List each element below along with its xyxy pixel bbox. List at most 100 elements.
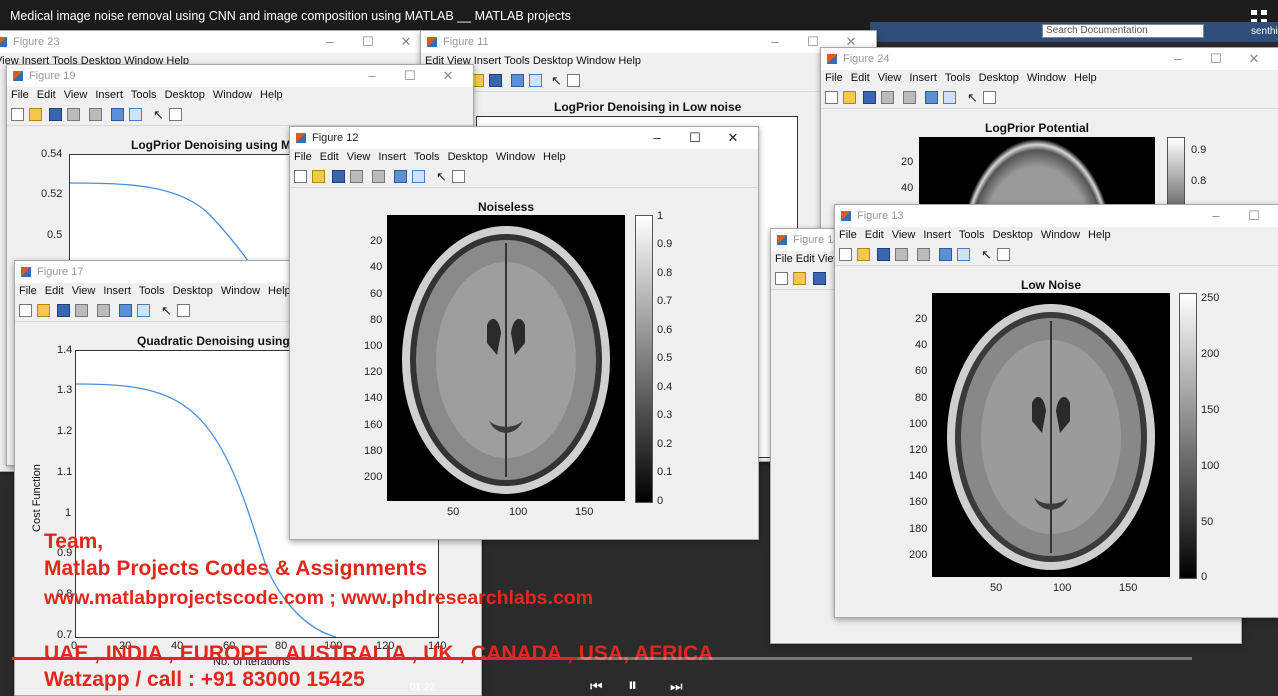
menu-insert[interactable]: Insert [374,149,410,163]
menu-help[interactable]: Help [1084,227,1115,241]
menu-window[interactable]: Window [217,283,264,297]
y-tick: 0.52 [41,188,63,200]
menu-insert[interactable]: Insert [99,283,135,297]
y-tick: 180 [909,523,928,535]
figure-toolbar: ↖ [290,167,758,188]
skip-forward-icon[interactable]: ⏭ [670,678,683,695]
x-tick: 150 [575,506,594,518]
y-axis-label: Cost Function [30,464,43,532]
menu-tools[interactable]: Tools [135,283,169,297]
menu-view[interactable]: View [888,227,920,241]
y-tick: 140 [909,470,928,482]
menu-file[interactable]: File [290,149,316,163]
window-title: Figure 19 [29,70,76,82]
minimize-button[interactable]: – [1197,208,1235,224]
menu-insert[interactable]: Insert [91,87,127,101]
maximize-button[interactable]: ☐ [349,34,387,50]
y-tick: 1.1 [57,466,73,478]
menu-desktop[interactable]: Desktop [444,149,492,163]
menu-tools[interactable]: Tools [955,227,989,241]
menu-file[interactable]: File [821,70,847,84]
menu-view[interactable]: View [343,149,375,163]
figure-13-window[interactable]: Figure 13 – ☐ File Edit View Insert Tools Desk… [834,204,1278,618]
menu-tools[interactable]: Tools [127,87,161,101]
maximize-button[interactable]: ☐ [1235,208,1273,224]
colorbar-tick: 0.3 [657,409,673,421]
colorbar-tick: 0.8 [1191,175,1207,187]
maximize-button[interactable]: ☐ [676,130,714,146]
maximize-button[interactable]: ☐ [1197,51,1235,67]
minimize-button[interactable]: – [638,130,676,146]
pause-icon[interactable]: ⏸ [628,675,637,696]
y-tick: 120 [364,366,383,378]
search-documentation-input[interactable]: Search Documentation [1042,24,1204,38]
colorbar-tick: 0 [1201,571,1208,583]
colorbar-tick: 0.4 [657,381,673,393]
menu-help[interactable]: Help [539,149,570,163]
menu-desktop[interactable]: Desktop [975,70,1023,84]
video-progress-bar[interactable] [12,657,1192,660]
menu-help[interactable]: Help [256,87,287,101]
figure-toolbar: ↖ [421,71,876,92]
menu-insert[interactable]: Insert [905,70,941,84]
window-title: Figure 12 [312,132,359,144]
menu-window[interactable]: Window [1037,227,1084,241]
menu-tools[interactable]: Tools [410,149,444,163]
figure-toolbar: ↖ [7,105,473,126]
window-title: Figure 14 [793,234,840,246]
close-button[interactable]: ✕ [1235,51,1273,67]
menu-file[interactable]: File [7,87,33,101]
menu-edit[interactable]: Edit [33,87,60,101]
y-tick: 1.4 [57,344,73,356]
menu-window[interactable]: Window [209,87,256,101]
axes-title: LogPrior Potential [985,121,1090,135]
minimize-button[interactable]: – [756,34,794,50]
y-tick: 20 [901,156,914,168]
noiseless-brain-image [387,215,625,501]
maximize-button[interactable]: ☐ [391,68,429,84]
x-tick: 100 [509,506,528,518]
menu-tools[interactable]: Tools [941,70,975,84]
colorbar-tick: 250 [1201,292,1220,304]
user-label[interactable]: senthil [1251,26,1278,37]
menu-view[interactable]: View [60,87,92,101]
minimize-button[interactable]: – [311,34,349,50]
menu-desktop[interactable]: Desktop [989,227,1037,241]
window-title: Figure 24 [843,53,890,65]
video-time: 01:22 [410,682,436,693]
colorbar-tick: 50 [1201,516,1214,528]
menu-bar: File Edit View Insert Tools Desktop Window Help [821,70,1278,88]
y-tick: 40 [915,339,928,351]
menu-view[interactable]: View [874,70,906,84]
y-tick: 200 [364,471,383,483]
menu-edit[interactable]: Edit [861,227,888,241]
menu-window[interactable]: Window [492,149,539,163]
close-button[interactable]: ✕ [429,68,467,84]
y-tick: 60 [915,365,928,377]
menu-file[interactable]: File [835,227,861,241]
menu-insert[interactable]: Insert [919,227,955,241]
menu-file[interactable]: File [15,283,41,297]
menu-edit[interactable]: Edit [847,70,874,84]
axes-title: LogPrior Denoising in Low noise [554,100,742,114]
figure-12-window[interactable]: Figure 12 – ☐ ✕ File Edit View Insert Tools Des… [289,126,759,540]
y-tick: 1 [65,507,72,519]
colorbar-tick: 0.8 [657,267,673,279]
minimize-button[interactable]: – [1159,51,1197,67]
menu-edit[interactable]: Edit [41,283,68,297]
low-noise-brain-image [932,293,1170,577]
menu-edit[interactable]: Edit [316,149,343,163]
menu-window[interactable]: Window [1023,70,1070,84]
menu-desktop[interactable]: Desktop [169,283,217,297]
video-title: Medical image noise removal using CNN an… [10,9,571,23]
close-button[interactable]: ✕ [714,130,752,146]
minimize-button[interactable]: – [353,68,391,84]
y-tick: 40 [370,261,383,273]
menu-help[interactable]: Help [1070,70,1101,84]
menu-desktop[interactable]: Desktop [161,87,209,101]
menu-view[interactable]: View [68,283,100,297]
skip-back-icon[interactable]: ⏮ [590,678,603,695]
y-tick: 1.2 [57,425,73,437]
axes-title: Noiseless [478,200,535,214]
figure-toolbar: ↖ [821,88,1278,109]
